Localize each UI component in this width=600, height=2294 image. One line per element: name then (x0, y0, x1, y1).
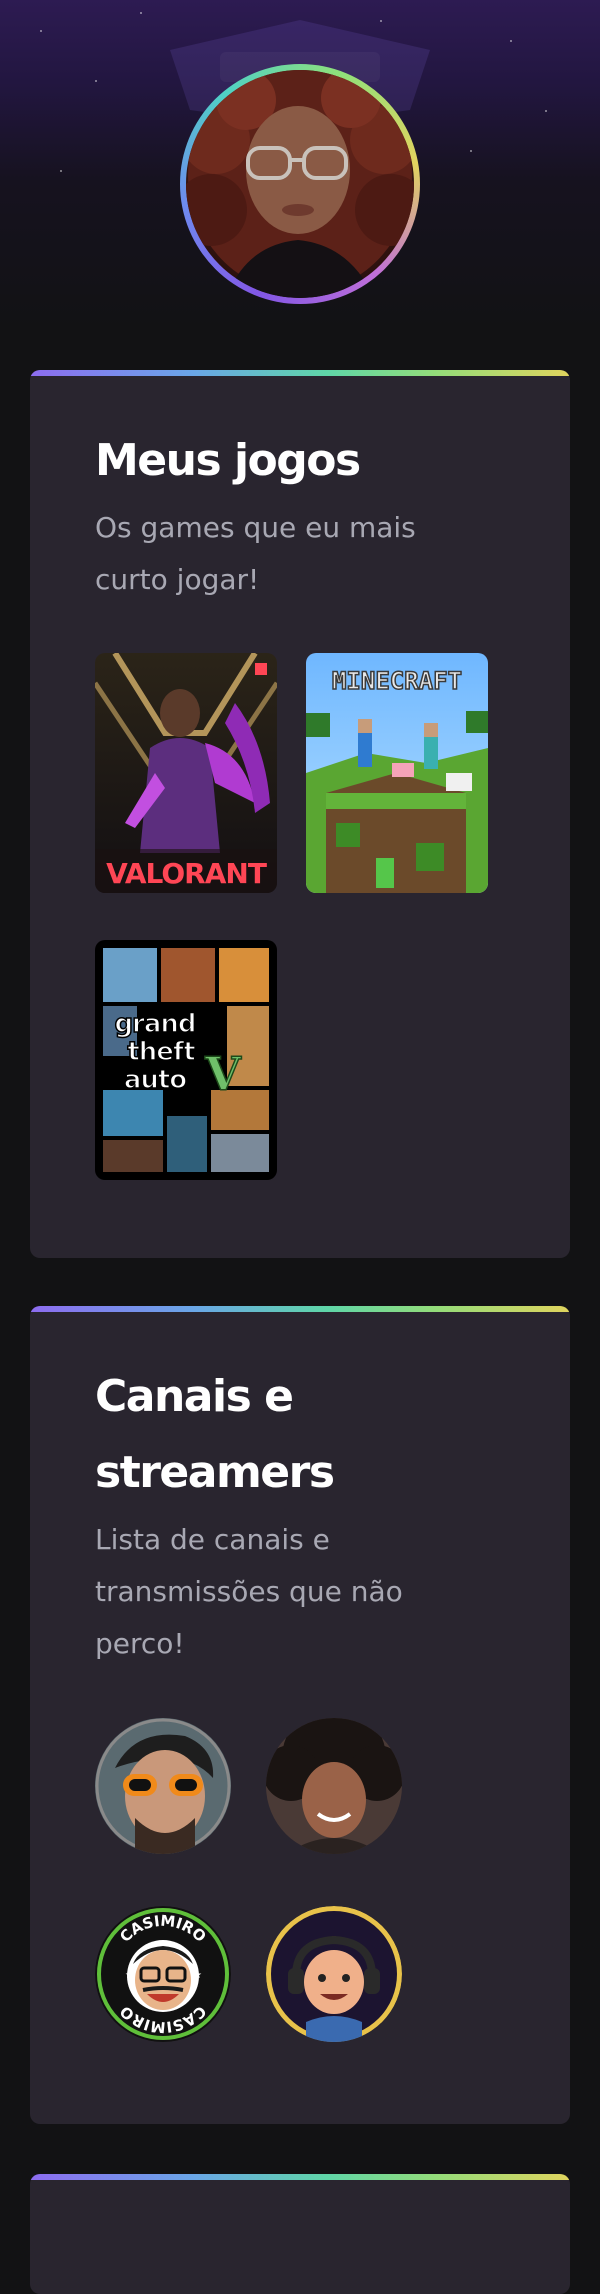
streamer-avatar-2[interactable] (266, 1718, 402, 1854)
svg-text:★: ★ (125, 1970, 134, 1981)
streamer-avatar-1[interactable] (95, 1718, 231, 1854)
streamers-card: Canais e streamers Lista de canais e tra… (30, 1306, 570, 2124)
svg-text:grand: grand (114, 1009, 195, 1039)
svg-text:V: V (204, 1047, 242, 1101)
star-decoration (470, 150, 472, 152)
next-section-card (30, 2174, 570, 2294)
card-gradient-bar (30, 2174, 570, 2180)
streamer-2-avatar-icon (266, 1718, 402, 1854)
games-section-subtitle: Os games que eu mais curto jogar! (95, 511, 416, 596)
card-gradient-bar (30, 1306, 570, 1312)
star-decoration (95, 80, 97, 82)
casimiro-logo-icon: CASIMIRO CASIMIRO ★ ★ (95, 1906, 231, 2042)
svg-text:★: ★ (193, 1970, 202, 1981)
profile-avatar (186, 70, 414, 298)
card-gradient-bar (30, 370, 570, 376)
minecraft-logo-text: MINECRAFT (332, 667, 462, 695)
games-section-title: Meus jogos (95, 435, 361, 486)
games-card: Meus jogos Os games que eu mais curto jo… (30, 370, 570, 1258)
streamer-1-avatar-icon (95, 1718, 231, 1854)
svg-text:auto: auto (124, 1065, 186, 1095)
game-card-gta-v[interactable]: grand theft auto V (95, 940, 277, 1180)
streamer-4-avatar-icon (266, 1906, 402, 2042)
profile-avatar-ring (180, 64, 420, 304)
streamer-avatar-casimiro[interactable]: CASIMIRO CASIMIRO ★ ★ (95, 1906, 231, 2042)
hero-header (0, 0, 600, 330)
svg-text:theft: theft (127, 1037, 195, 1067)
star-decoration (60, 170, 62, 172)
streamer-avatar-4[interactable] (266, 1906, 402, 2042)
game-card-valorant[interactable]: VALORANT (95, 653, 277, 893)
gta-v-cover-icon: grand theft auto V (95, 940, 277, 1180)
minecraft-cover-icon: MINECRAFT (306, 653, 488, 893)
star-decoration (140, 12, 142, 14)
valorant-logo-text: VALORANT (106, 857, 267, 890)
valorant-cover-icon: VALORANT (95, 653, 277, 893)
star-decoration (545, 110, 547, 112)
game-card-minecraft[interactable]: MINECRAFT (306, 653, 488, 893)
star-decoration (40, 30, 42, 32)
streamers-section-subtitle: Lista de canais e transmissões que não p… (95, 1523, 403, 1660)
star-decoration (510, 40, 512, 42)
streamers-section-title: Canais e streamers (95, 1371, 335, 1498)
